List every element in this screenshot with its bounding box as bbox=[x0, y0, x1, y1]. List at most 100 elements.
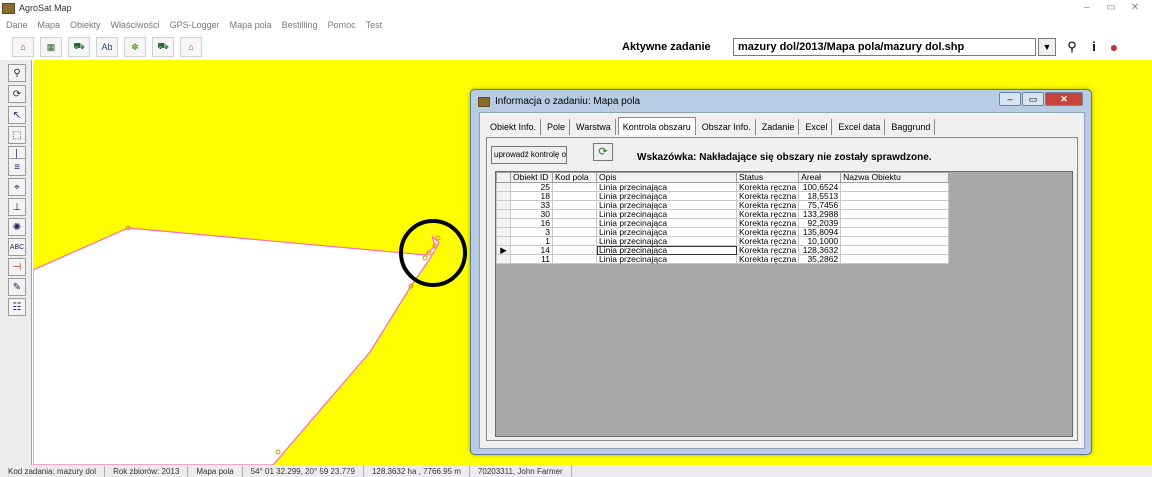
row-header[interactable] bbox=[496, 191, 511, 201]
barn-icon[interactable]: ⌂ bbox=[180, 37, 202, 57]
run-area-control-button[interactable]: uprowadź kontrolę obszaru bbox=[491, 146, 567, 164]
table-row[interactable]: 11 Linia przecinająca Korekta ręczna 35,286… bbox=[496, 254, 950, 264]
pointer-icon[interactable]: ↖ bbox=[8, 106, 26, 124]
tab-excel-data[interactable]: Excel data bbox=[834, 119, 886, 135]
cell-field-code[interactable] bbox=[552, 200, 597, 210]
tab-zadanie[interactable]: Zadanie bbox=[758, 119, 800, 135]
menu-mapa[interactable]: Mapa bbox=[38, 20, 61, 30]
menu-obiekty[interactable]: Obiekty bbox=[70, 20, 101, 30]
table-row[interactable]: 1 Linia przecinająca Korekta ręczna 10,1000 bbox=[496, 236, 950, 246]
cell-field-code[interactable] bbox=[552, 218, 597, 228]
tractor-icon[interactable]: ⛟ bbox=[68, 37, 90, 57]
cell-area[interactable]: 35,2862 bbox=[798, 254, 842, 264]
text-label-icon[interactable]: Ab bbox=[96, 37, 118, 57]
row-header[interactable] bbox=[496, 200, 511, 210]
cell-status[interactable]: Korekta ręczna bbox=[735, 254, 800, 264]
dialog-logo-icon bbox=[478, 97, 490, 107]
tab-excel[interactable]: Excel bbox=[801, 119, 833, 135]
info-icon[interactable]: i bbox=[1084, 38, 1104, 56]
cell-field-code[interactable] bbox=[552, 182, 597, 192]
cell-field-code[interactable] bbox=[552, 254, 597, 264]
row-header[interactable] bbox=[496, 227, 511, 237]
menu-bestilling[interactable]: Bestilling bbox=[282, 20, 318, 30]
refresh-icon[interactable]: ⟳ bbox=[593, 143, 613, 161]
table-row[interactable]: 33 Linia przecinająca Korekta ręczna 75,745… bbox=[496, 200, 950, 210]
menu-bar: Dane Mapa Obiekty Właściwości GPS-Logger… bbox=[0, 16, 1152, 34]
row-header[interactable] bbox=[496, 209, 511, 219]
column-header[interactable]: Nazwa Obiektu bbox=[840, 172, 950, 183]
cell-field-code[interactable] bbox=[552, 245, 597, 255]
cell-object-name[interactable] bbox=[840, 209, 950, 219]
cell-field-code[interactable] bbox=[552, 209, 597, 219]
column-header[interactable]: Areał bbox=[798, 172, 842, 183]
table-row[interactable]: 25 Linia przecinająca Korekta ręczna 100,65… bbox=[496, 182, 950, 192]
sprayer-icon[interactable]: ⛟ bbox=[152, 37, 174, 57]
search-icon[interactable]: ⚲ bbox=[1062, 38, 1082, 56]
settings-gear-icon[interactable]: ✺ bbox=[8, 218, 26, 236]
table-row[interactable]: 16 Linia przecinająca Korekta ręczna 92,203… bbox=[496, 218, 950, 228]
tab-kontrola-obszaru[interactable]: Kontrola obszaru bbox=[617, 117, 696, 135]
soil-probe-icon[interactable]: ⊥ bbox=[8, 198, 26, 216]
cell-object-name[interactable] bbox=[840, 245, 950, 255]
menu-gps-logger[interactable]: GPS-Logger bbox=[170, 20, 220, 30]
layers-icon[interactable]: ☷ bbox=[8, 298, 26, 316]
cell-field-code[interactable] bbox=[552, 191, 597, 201]
cell-object-name[interactable] bbox=[840, 200, 950, 210]
select-area-icon[interactable]: ⬚ bbox=[8, 126, 26, 144]
dialog-close-button[interactable]: ✕ bbox=[1045, 92, 1083, 106]
cell-object-name[interactable] bbox=[840, 191, 950, 201]
column-header[interactable]: Kod pola bbox=[552, 172, 597, 183]
cell-object-id[interactable]: 11 bbox=[510, 254, 553, 264]
table-row[interactable]: 30 Linia przecinająca Korekta ręczna 133,29… bbox=[496, 209, 950, 219]
text-tool-icon[interactable]: ABC bbox=[8, 238, 26, 256]
column-header[interactable]: Opis bbox=[596, 172, 737, 183]
column-header[interactable]: Obiekt ID bbox=[510, 172, 553, 183]
close-button[interactable]: ✕ bbox=[1126, 2, 1144, 14]
table-row[interactable]: 18 Linia przecinająca Korekta ręczna 18,551… bbox=[496, 191, 950, 201]
field-vertex[interactable] bbox=[435, 235, 441, 241]
tab-obszar-info[interactable]: Obszar Info. bbox=[698, 119, 756, 135]
menu-test[interactable]: Test bbox=[366, 20, 383, 30]
row-header[interactable] bbox=[496, 182, 511, 192]
cell-object-name[interactable] bbox=[840, 227, 950, 237]
row-header[interactable] bbox=[496, 254, 511, 264]
cell-field-code[interactable] bbox=[552, 227, 597, 237]
split-line-icon[interactable]: ⊣ bbox=[8, 258, 26, 276]
fields-icon[interactable]: ▦ bbox=[40, 37, 62, 57]
cell-object-name[interactable] bbox=[840, 254, 950, 264]
cell-description[interactable]: Linia przecinająca bbox=[596, 254, 737, 264]
farm-icon[interactable]: ⌂ bbox=[12, 37, 34, 57]
cell-field-code[interactable] bbox=[552, 236, 597, 246]
zoom-icon[interactable]: ⚲ bbox=[8, 64, 26, 82]
table-row[interactable]: 3 Linia przecinająca Korekta ręczna 135,809… bbox=[496, 227, 950, 237]
cell-object-name[interactable] bbox=[840, 182, 950, 192]
menu-dane[interactable]: Dane bbox=[6, 20, 28, 30]
table-header-row: Obiekt ID Kod pola Opis Status Areał Naz… bbox=[496, 172, 950, 183]
column-header[interactable]: Status bbox=[735, 172, 800, 183]
cell-object-name[interactable] bbox=[840, 218, 950, 228]
dialog-maximize-button[interactable]: ▭ bbox=[1022, 92, 1044, 106]
tab-obiekt-info[interactable]: Obiekt Info. bbox=[486, 119, 542, 135]
minimize-button[interactable]: – bbox=[1078, 2, 1096, 14]
cell-object-name[interactable] bbox=[840, 236, 950, 246]
tab-pole[interactable]: Pole bbox=[543, 119, 571, 135]
plant-icon[interactable]: ✽ bbox=[124, 37, 146, 57]
globe-icon[interactable]: ● bbox=[1104, 38, 1124, 56]
menu-wlasciwosci[interactable]: Właściwości bbox=[111, 20, 160, 30]
chevron-down-icon[interactable]: ▼ bbox=[1038, 38, 1056, 56]
active-task-select[interactable]: mazury dol/2013/Mapa pola/mazury dol.shp bbox=[733, 38, 1036, 56]
ruler-icon[interactable]: ≡ bbox=[8, 158, 26, 176]
tab-baggrund[interactable]: Baggrund bbox=[887, 119, 936, 135]
maximize-button[interactable]: ▭ bbox=[1102, 2, 1120, 14]
current-row-indicator-icon[interactable]: ▶ bbox=[496, 245, 511, 255]
dialog-minimize-button[interactable]: – bbox=[999, 92, 1021, 106]
results-grid[interactable]: Obiekt ID Kod pola Opis Status Areał Naz… bbox=[495, 171, 1073, 437]
table-row[interactable]: ▶ 14 Linia przecinająca Korekta ręczna 128,3… bbox=[496, 245, 950, 255]
menu-pomoc[interactable]: Pomoc bbox=[328, 20, 356, 30]
edit-vertex-icon[interactable]: ✎ bbox=[8, 278, 26, 296]
menu-mapa-pola[interactable]: Mapa pola bbox=[230, 20, 272, 30]
refresh-map-icon[interactable]: ⟳ bbox=[8, 85, 26, 103]
tab-warstwa[interactable]: Warstwa bbox=[572, 119, 616, 135]
sampling-icon[interactable]: ⌖ bbox=[8, 178, 26, 196]
row-header[interactable] bbox=[496, 218, 511, 228]
